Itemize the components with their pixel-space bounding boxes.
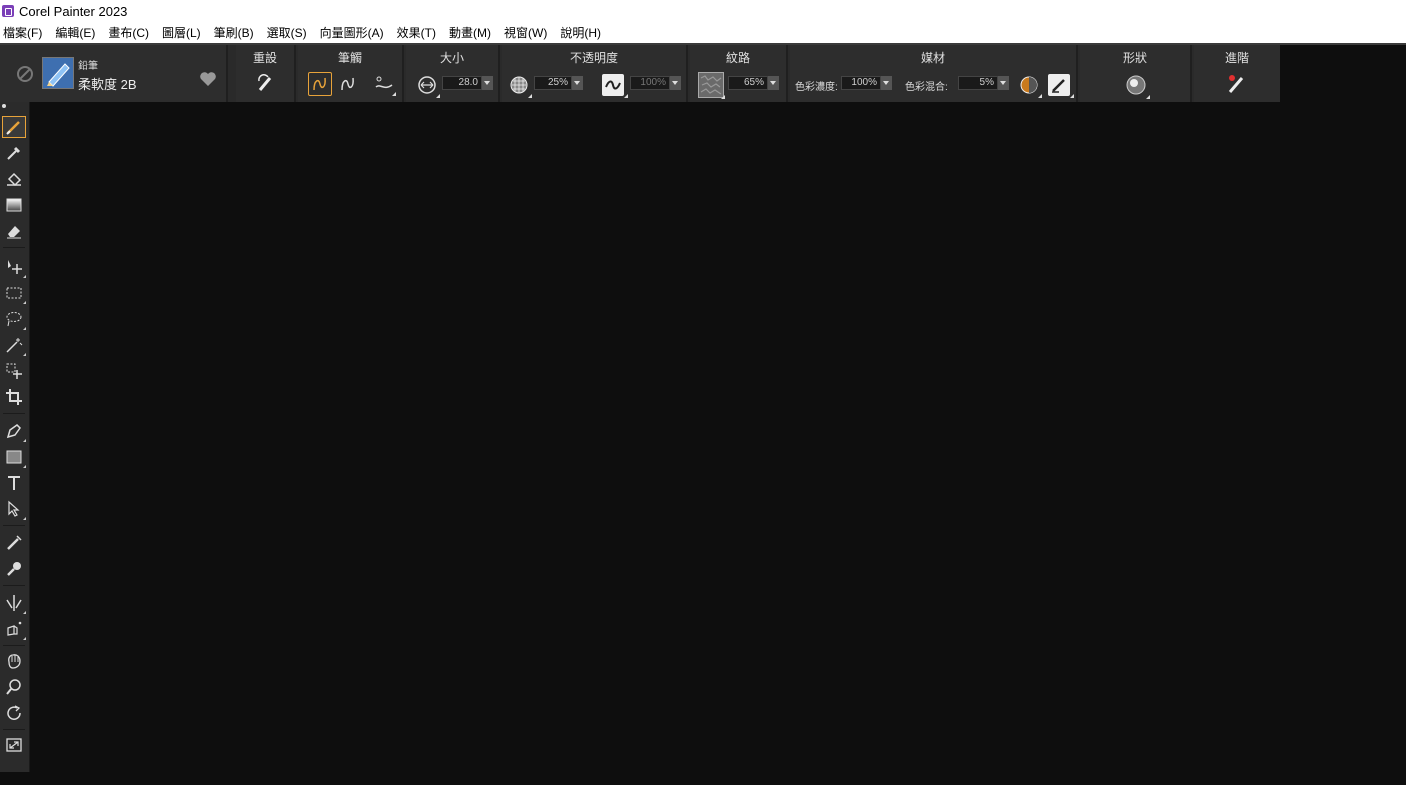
section-stroke: 筆觸 [298, 45, 404, 102]
rubber-stamp-tool-icon[interactable] [2, 558, 26, 580]
magic-wand-tool-icon[interactable] [2, 334, 26, 356]
section-opacity-title: 不透明度 [569, 51, 618, 65]
paint-bucket-tool-icon[interactable] [2, 168, 26, 190]
opacity-dropdown-arrow[interactable] [572, 76, 583, 90]
grain-input[interactable]: 65% [728, 76, 768, 90]
brush-selector[interactable]: 鉛筆 柔軟度 2B [0, 45, 228, 102]
section-reset: 重設 [236, 45, 296, 102]
paper-texture-icon[interactable] [698, 72, 725, 99]
menu-file[interactable]: 檔案(F) [0, 24, 49, 41]
rotate-page-tool-icon[interactable] [2, 702, 26, 724]
brush-reset-history-icon[interactable] [14, 63, 36, 85]
shape-tool-icon[interactable] [2, 446, 26, 468]
bleed-label: 色彩混合: [905, 82, 948, 93]
menu-bar: 檔案(F) 編輯(E) 畫布(C) 圖層(L) 筆刷(B) 選取(S) 向量圖形… [0, 22, 1406, 43]
toolbox-separator [3, 645, 25, 646]
opacity-input[interactable]: 25% [534, 76, 572, 90]
rectangular-selection-tool-icon[interactable] [2, 282, 26, 304]
toolbox-separator [3, 585, 25, 586]
text-tool-icon[interactable] [2, 472, 26, 494]
bleed-input[interactable]: 5% [958, 76, 998, 90]
dab-preview-brush-icon[interactable] [1048, 74, 1074, 98]
section-shape-title: 形狀 [1122, 51, 1147, 65]
mirror-painting-tool-icon[interactable] [2, 592, 26, 614]
property-bar-empty [1280, 45, 1406, 102]
menu-edit[interactable]: 編輯(E) [52, 24, 102, 41]
menu-layers[interactable]: 圖層(L) [159, 24, 208, 41]
menu-window[interactable]: 視窗(W) [501, 24, 554, 41]
dropper-tool-icon[interactable] [2, 142, 26, 164]
brush-tool-icon[interactable] [2, 116, 26, 138]
property-bar: 鉛筆 柔軟度 2B 重設 筆觸 大小 28.0 不透明度 25% 100% 紋路… [0, 43, 1406, 102]
resaturation-label: 色彩濃度: [795, 82, 838, 93]
toolbox [0, 102, 30, 772]
grabber-tool-icon[interactable] [2, 650, 26, 672]
dab-shape-icon[interactable] [1124, 73, 1150, 99]
resaturation-input[interactable]: 100% [841, 76, 881, 90]
canvas-workspace[interactable] [31, 102, 1406, 785]
opacity-expression-icon[interactable] [508, 74, 532, 98]
menu-help[interactable]: 說明(H) [557, 24, 608, 41]
title-bar: Corel Painter 2023 [0, 0, 1406, 22]
toolbox-separator [3, 525, 25, 526]
menu-brushes[interactable]: 筆刷(B) [211, 24, 261, 41]
size-input[interactable]: 28.0 [442, 76, 482, 90]
bleed-dropdown-arrow[interactable] [998, 76, 1009, 90]
straight-line-stroke-icon[interactable] [336, 72, 360, 96]
section-advanced: 進階 [1194, 45, 1280, 102]
section-shape: 形狀 [1080, 45, 1192, 102]
stroke-attributes-icon[interactable] [372, 72, 396, 96]
painter-logo-icon [2, 5, 14, 17]
pen-tool-icon[interactable] [2, 420, 26, 442]
menu-canvas[interactable]: 畫布(C) [105, 24, 156, 41]
transform-tool-icon[interactable] [2, 360, 26, 382]
section-grain-title: 紋路 [725, 51, 750, 65]
layer-adjuster-tool-icon[interactable] [2, 256, 26, 278]
section-reset-title: 重設 [252, 51, 277, 65]
cloner-tool-icon[interactable] [2, 532, 26, 554]
advanced-brush-settings-icon[interactable] [1225, 72, 1249, 96]
color-variability-icon[interactable] [1018, 74, 1042, 98]
toolbox-separator [3, 247, 25, 248]
toolbox-grip-icon[interactable] [2, 104, 6, 108]
gradient-tool-icon[interactable] [2, 194, 26, 216]
opacity-jitter-input[interactable]: 100% [630, 76, 670, 90]
brush-thumbnail[interactable] [42, 57, 74, 89]
section-stroke-title: 筆觸 [337, 51, 362, 65]
fit-to-screen-tool-icon[interactable] [2, 734, 26, 756]
section-advanced-title: 進階 [1224, 51, 1249, 65]
window-title: Corel Painter 2023 [19, 3, 128, 19]
menu-select[interactable]: 選取(S) [264, 24, 314, 41]
section-grain: 紋路 65% [690, 45, 788, 102]
menu-shapes[interactable]: 向量圖形(A) [317, 24, 391, 41]
favorite-heart-icon[interactable] [198, 69, 218, 89]
crop-tool-icon[interactable] [2, 386, 26, 408]
menu-effects[interactable]: 效果(T) [394, 24, 443, 41]
lasso-tool-icon[interactable] [2, 308, 26, 330]
toolbox-separator [3, 729, 25, 730]
menu-movie[interactable]: 動畫(M) [446, 24, 498, 41]
magnifier-tool-icon[interactable] [2, 676, 26, 698]
grain-dropdown-arrow[interactable] [768, 76, 779, 90]
eraser-tool-icon[interactable] [2, 220, 26, 242]
resaturation-dropdown-arrow[interactable] [881, 76, 892, 90]
reset-brush-icon[interactable] [255, 72, 277, 94]
size-expression-icon[interactable] [416, 74, 440, 98]
brush-variant-label: 柔軟度 2B [78, 77, 137, 92]
perspective-guides-tool-icon[interactable] [2, 618, 26, 640]
brush-category-label: 鉛筆 [78, 61, 98, 72]
toolbox-separator [3, 413, 25, 414]
section-media-title: 媒材 [920, 51, 945, 65]
size-dropdown-arrow[interactable] [482, 76, 493, 90]
freehand-stroke-icon[interactable] [308, 72, 332, 96]
section-size: 大小 28.0 [406, 45, 500, 102]
opacity-jitter-wave-icon[interactable] [602, 74, 628, 98]
section-size-title: 大小 [439, 51, 464, 65]
section-media: 媒材 色彩濃度: 100% 色彩混合: 5% [790, 45, 1078, 102]
shape-selection-tool-icon[interactable] [2, 498, 26, 520]
opacity-jitter-dropdown-arrow[interactable] [670, 76, 681, 90]
section-opacity: 不透明度 25% 100% [502, 45, 688, 102]
